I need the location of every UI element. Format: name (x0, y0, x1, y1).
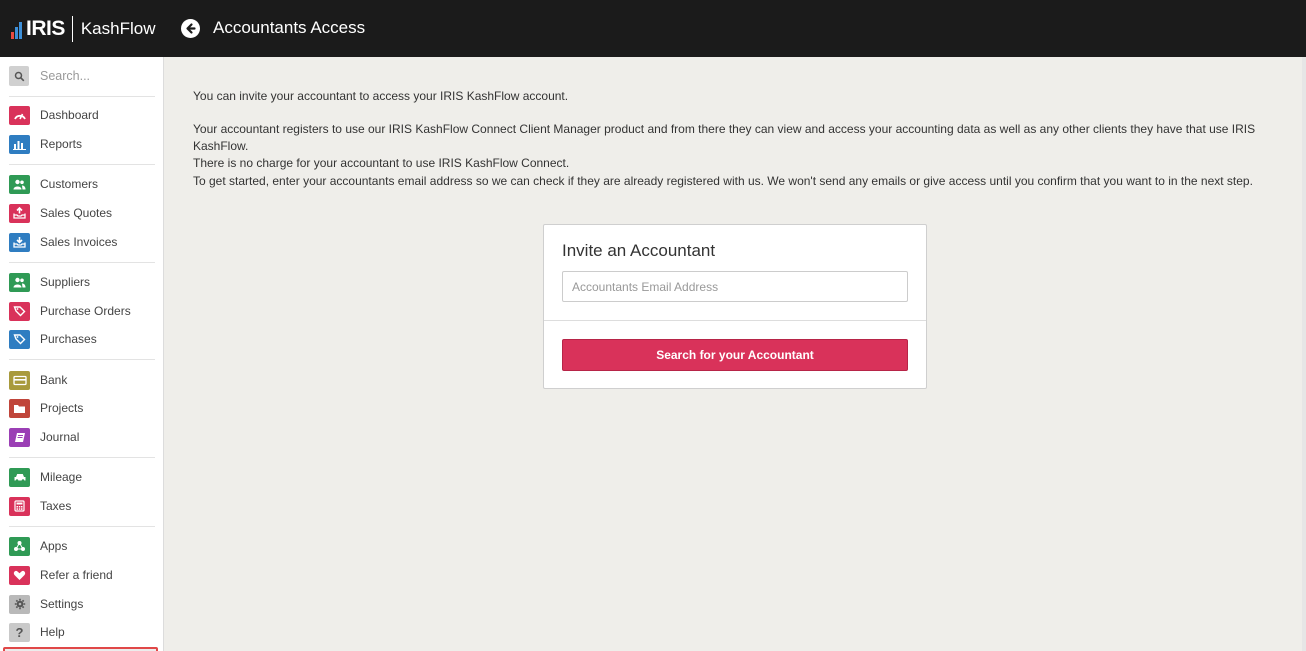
description-line: There is no charge for your accountant t… (193, 156, 570, 170)
sidebar-item-apps[interactable]: Apps (9, 535, 155, 557)
sidebar-item-label: Taxes (40, 499, 72, 513)
sidebar: Search... Dashboard Reports Customers Sa… (0, 57, 164, 651)
sidebar-item-label: Dashboard (40, 108, 99, 122)
folder-icon (9, 398, 30, 418)
sidebar-item-label: Suppliers (40, 275, 91, 289)
sidebar-item-reports[interactable]: Reports (9, 133, 155, 155)
search-input[interactable]: Search... (40, 69, 90, 83)
invite-accountant-card: Invite an Accountant Search for your Acc… (543, 224, 927, 389)
apps-network-icon (9, 536, 30, 556)
description-line: Your accountant registers to use our IRI… (193, 122, 1256, 153)
sidebar-divider (9, 359, 155, 360)
card-divider (544, 320, 926, 321)
card-title: Invite an Accountant (562, 241, 716, 260)
logo-iris-text: IRIS (26, 17, 65, 40)
sidebar-item-projects[interactable]: Projects (9, 397, 155, 419)
sidebar-item-mileage[interactable]: Mileage (9, 466, 155, 488)
sidebar-divider (9, 96, 155, 97)
sidebar-search[interactable]: Search... (9, 66, 159, 86)
instructions-text: To get started, enter your accountants e… (193, 174, 1253, 188)
sidebar-item-customers[interactable]: Customers (9, 173, 155, 195)
sidebar-item-label: Customers (40, 177, 99, 191)
calculator-icon (9, 496, 30, 516)
logo-separator (71, 16, 73, 42)
dashboard-gauge-icon (9, 105, 30, 125)
sidebar-item-label: Journal (40, 430, 80, 444)
page-title: Accountants Access (213, 18, 366, 37)
heart-icon (9, 565, 30, 585)
sidebar-item-label: Sales Invoices (40, 235, 118, 249)
sidebar-item-label: Purchase Orders (40, 304, 131, 318)
description-text: Your accountant registers to use our IRI… (193, 121, 1293, 172)
question-icon: ? (9, 622, 30, 642)
settings-highlight (3, 647, 158, 651)
bank-card-icon (9, 370, 30, 390)
back-arrow-icon[interactable] (181, 19, 200, 38)
sidebar-item-help[interactable]: ? Help (9, 621, 155, 643)
price-tag-icon (9, 301, 30, 321)
sidebar-item-label: Help (40, 625, 65, 639)
intro-text: You can invite your accountant to access… (193, 89, 569, 103)
sidebar-item-purchases[interactable]: Purchases (9, 328, 155, 350)
sidebar-item-label: Apps (40, 539, 68, 553)
search-accountant-button[interactable]: Search for your Accountant (562, 339, 908, 371)
sidebar-item-label: Refer a friend (40, 568, 113, 582)
bar-chart-icon (9, 134, 30, 154)
tray-upload-icon (9, 203, 30, 223)
sidebar-item-label: Reports (40, 137, 83, 151)
accountant-email-input[interactable] (562, 271, 908, 302)
logo-bars-icon (11, 19, 23, 39)
sidebar-item-label: Settings (40, 597, 84, 611)
sidebar-divider (9, 262, 155, 263)
book-icon (9, 427, 30, 447)
sidebar-item-label: Bank (40, 373, 68, 387)
search-icon (9, 66, 29, 86)
sidebar-item-sales-quotes[interactable]: Sales Quotes (9, 202, 155, 224)
people-icon (9, 272, 30, 292)
sidebar-divider (9, 164, 155, 165)
sidebar-item-journal[interactable]: Journal (9, 426, 155, 448)
top-bar: IRIS KashFlow Accountants Access (0, 0, 1306, 57)
sidebar-divider (9, 457, 155, 458)
tray-download-icon (9, 232, 30, 252)
scrollbar[interactable] (1302, 57, 1306, 651)
sidebar-item-purchase-orders[interactable]: Purchase Orders (9, 300, 155, 322)
gear-icon (9, 594, 30, 614)
sidebar-item-sales-invoices[interactable]: Sales Invoices (9, 231, 155, 253)
sidebar-item-label: Projects (40, 401, 84, 415)
sidebar-item-label: Sales Quotes (40, 206, 113, 220)
sidebar-item-refer-a-friend[interactable]: Refer a friend (9, 564, 155, 586)
price-tag-icon (9, 329, 30, 349)
sidebar-divider (9, 526, 155, 527)
sidebar-item-taxes[interactable]: Taxes (9, 495, 155, 517)
sidebar-item-bank[interactable]: Bank (9, 369, 155, 391)
sidebar-item-settings[interactable]: Settings (9, 593, 155, 615)
people-icon (9, 174, 30, 194)
logo-product-text: KashFlow (80, 19, 156, 38)
sidebar-item-dashboard[interactable]: Dashboard (9, 104, 155, 126)
sidebar-item-suppliers[interactable]: Suppliers (9, 271, 155, 293)
car-icon (9, 467, 30, 487)
sidebar-item-label: Mileage (40, 470, 83, 484)
iris-kashflow-logo[interactable]: IRIS KashFlow (11, 15, 155, 43)
sidebar-item-label: Purchases (40, 332, 97, 346)
